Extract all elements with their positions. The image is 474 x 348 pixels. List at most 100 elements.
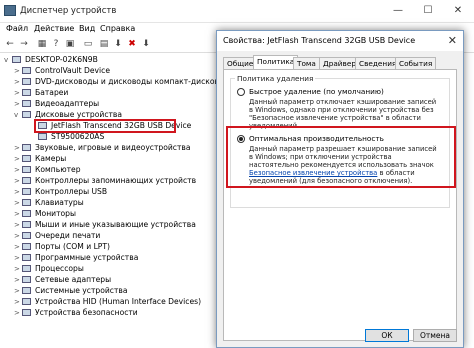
- help-icon[interactable]: ?: [50, 38, 62, 50]
- chevron-right-icon[interactable]: >: [14, 199, 22, 207]
- tree-item[interactable]: > Контроллеры USB: [14, 187, 107, 198]
- tab-volumes[interactable]: Тома: [293, 57, 320, 69]
- chevron-down-icon[interactable]: v: [14, 111, 22, 119]
- close-icon[interactable]: ✕: [448, 34, 457, 47]
- tree-item[interactable]: > Камеры: [14, 154, 66, 165]
- menu-view[interactable]: Вид: [79, 24, 95, 33]
- chevron-right-icon[interactable]: >: [14, 221, 22, 229]
- hard-disk-icon: [38, 133, 47, 140]
- software-device-icon: [22, 254, 31, 261]
- device-icon: [22, 67, 31, 74]
- back-icon[interactable]: ←: [4, 38, 16, 50]
- quick-removal-radio[interactable]: [237, 88, 245, 96]
- highlight-box-device: [34, 119, 176, 133]
- battery-icon: [22, 89, 31, 96]
- tree-item[interactable]: > Устройства безопасности: [14, 308, 138, 319]
- title-bar: Диспетчер устройств — ☐ ✕: [0, 0, 474, 23]
- tree-item[interactable]: > Мыши и иные указывающие устройства: [14, 220, 196, 231]
- tab-events[interactable]: События: [395, 57, 437, 69]
- tab-policy[interactable]: Политика: [253, 55, 299, 69]
- tree-item[interactable]: > Компьютер: [14, 165, 81, 176]
- tree-item[interactable]: > ControlVault Device: [14, 66, 110, 77]
- chevron-down-icon[interactable]: v: [4, 56, 12, 64]
- keyboard-icon: [22, 199, 31, 206]
- dialog-title: Свойства: JetFlash Transcend 32GB USB De…: [223, 36, 416, 45]
- display-adapter-icon: [22, 100, 31, 107]
- minimize-icon[interactable]: —: [384, 0, 412, 22]
- update-driver-icon[interactable]: ▤: [98, 38, 110, 50]
- tree-item[interactable]: > Клавиатуры: [14, 198, 84, 209]
- chevron-right-icon[interactable]: >: [14, 89, 22, 97]
- properties-dialog: Свойства: JetFlash Transcend 32GB USB De…: [216, 30, 464, 348]
- maximize-icon[interactable]: ☐: [414, 0, 442, 22]
- scan-hardware-icon[interactable]: ⬇: [140, 38, 152, 50]
- port-icon: [22, 243, 31, 250]
- chevron-right-icon[interactable]: >: [14, 309, 22, 317]
- highlight-box-option: [226, 126, 456, 188]
- cancel-button[interactable]: Отмена: [413, 329, 457, 342]
- ok-button[interactable]: ОК: [365, 329, 409, 342]
- tree-item[interactable]: > Сетевые адаптеры: [14, 275, 111, 286]
- uninstall-icon[interactable]: ✖: [126, 38, 138, 50]
- monitor-icon[interactable]: ▭: [82, 38, 94, 50]
- computer-icon: [12, 56, 21, 63]
- tree-item[interactable]: > Программные устройства: [14, 253, 138, 264]
- close-icon[interactable]: ✕: [444, 0, 472, 22]
- group-title: Политика удаления: [235, 74, 316, 83]
- tree-item[interactable]: > Контроллеры запоминающих устройств: [14, 176, 196, 187]
- chevron-right-icon[interactable]: >: [14, 276, 22, 284]
- device-manager-icon: [4, 5, 16, 16]
- disk-icon: [22, 111, 31, 118]
- chevron-right-icon[interactable]: >: [14, 144, 22, 152]
- chevron-right-icon[interactable]: >: [14, 265, 22, 273]
- chevron-right-icon[interactable]: >: [14, 254, 22, 262]
- tree-item[interactable]: > Порты (COM и LPT): [14, 242, 110, 253]
- chevron-right-icon[interactable]: >: [14, 155, 22, 163]
- tree-item[interactable]: > Батареи: [14, 88, 68, 99]
- menu-action[interactable]: Действие: [34, 24, 74, 33]
- scan-icon[interactable]: ▣: [64, 38, 76, 50]
- computer-icon: [22, 166, 31, 173]
- properties-icon[interactable]: ▦: [36, 38, 48, 50]
- forward-icon[interactable]: →: [18, 38, 30, 50]
- tab-details[interactable]: Сведения: [355, 57, 401, 69]
- chevron-right-icon[interactable]: >: [14, 188, 22, 196]
- chevron-right-icon[interactable]: >: [14, 232, 22, 240]
- dvd-icon: [22, 78, 31, 85]
- chevron-right-icon[interactable]: >: [14, 78, 22, 86]
- chevron-right-icon[interactable]: >: [14, 287, 22, 295]
- tree-item[interactable]: > Звуковые, игровые и видеоустройства: [14, 143, 191, 154]
- dialog-title-bar: Свойства: JetFlash Transcend 32GB USB De…: [217, 31, 463, 51]
- chevron-right-icon[interactable]: >: [14, 100, 22, 108]
- printer-icon: [22, 232, 31, 239]
- tree-item[interactable]: > Устройства HID (Human Interface Devices…: [14, 297, 201, 308]
- chevron-right-icon[interactable]: >: [14, 298, 22, 306]
- policy-panel: Политика удаления Быстрое удаление (по у…: [223, 69, 457, 341]
- tree-item[interactable]: > Очереди печати: [14, 231, 100, 242]
- processor-icon: [22, 265, 31, 272]
- quick-removal-label[interactable]: Быстрое удаление (по умолчанию): [249, 87, 384, 96]
- tree-item[interactable]: > Мониторы: [14, 209, 76, 220]
- tree-item[interactable]: > DVD-дисководы и дисководы компакт-диско…: [14, 77, 219, 88]
- tree-item[interactable]: ST9500620AS: [38, 132, 104, 143]
- tree-item[interactable]: > Процессоры: [14, 264, 84, 275]
- sound-icon: [22, 144, 31, 151]
- security-device-icon: [22, 309, 31, 316]
- chevron-right-icon[interactable]: >: [14, 177, 22, 185]
- tree-item[interactable]: > Системные устройства: [14, 286, 128, 297]
- tree-root[interactable]: v DESKTOP-02K6N9B: [4, 55, 98, 66]
- menu-help[interactable]: Справка: [100, 24, 135, 33]
- tree-item[interactable]: > Видеоадаптеры: [14, 99, 99, 110]
- disable-icon[interactable]: ⬇: [112, 38, 124, 50]
- tab-driver[interactable]: Драйвер: [319, 57, 360, 69]
- mouse-icon: [22, 221, 31, 228]
- monitor-icon: [22, 210, 31, 217]
- chevron-right-icon[interactable]: >: [14, 210, 22, 218]
- system-device-icon: [22, 287, 31, 294]
- window-title: Диспетчер устройств: [20, 6, 117, 16]
- chevron-right-icon[interactable]: >: [14, 166, 22, 174]
- network-adapter-icon: [22, 276, 31, 283]
- menu-file[interactable]: Файл: [6, 24, 28, 33]
- chevron-right-icon[interactable]: >: [14, 243, 22, 251]
- chevron-right-icon[interactable]: >: [14, 67, 22, 75]
